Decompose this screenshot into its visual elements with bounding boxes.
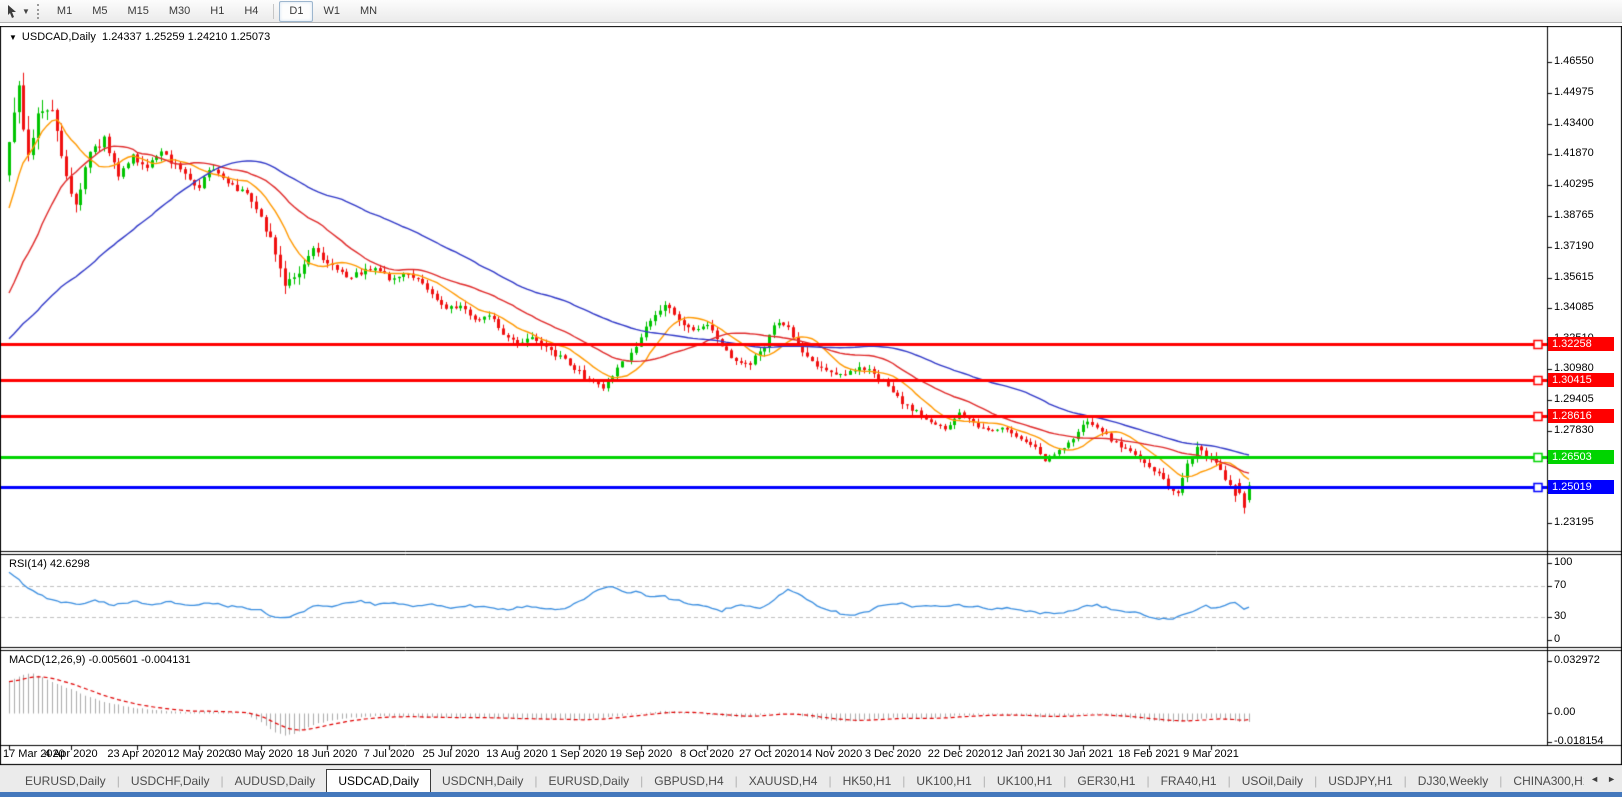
- time-axis-label: 9 Mar 2021: [1183, 748, 1239, 760]
- chevron-down-icon[interactable]: ▼: [22, 7, 30, 16]
- chart-window: ▼ USDCAD,Daily 1.24337 1.25259 1.24210 1.…: [0, 26, 1622, 765]
- tab-scroll-controls: ◄ ►: [1584, 766, 1622, 792]
- macd-axis-tick: 0.00: [1554, 706, 1575, 718]
- time-axis-label: 18 Jun 2020: [297, 748, 358, 760]
- timeframe-button-m5[interactable]: M5: [82, 1, 117, 22]
- level-price-label: 1.30415: [1548, 373, 1614, 387]
- tab-dj30-weekly[interactable]: DJ30,Weekly: [1407, 771, 1499, 792]
- level-price-label: 1.28616: [1548, 409, 1614, 423]
- price-axis-tick: 1.41870: [1554, 147, 1594, 159]
- tab-eurusd-daily[interactable]: EURUSD,Daily: [537, 771, 640, 792]
- timeframe-button-d1[interactable]: D1: [279, 1, 313, 22]
- tab-fra40-h1[interactable]: FRA40,H1: [1150, 771, 1228, 792]
- tab-usdcad-daily[interactable]: USDCAD,Daily: [326, 769, 431, 792]
- macd-label: MACD(12,26,9): [9, 654, 85, 666]
- chart-title-symbol: USDCAD,Daily: [22, 31, 96, 43]
- tab-usdchf-daily[interactable]: USDCHF,Daily: [120, 771, 221, 792]
- tab-scroll-right-icon[interactable]: ►: [1607, 774, 1616, 784]
- rsi-value: 42.6298: [50, 558, 90, 570]
- rsi-axis-tick: 100: [1554, 556, 1572, 568]
- tab-strip: EURUSD,Daily|USDCHF,Daily|AUDUSD,DailyUS…: [0, 766, 1584, 792]
- time-axis-label: 12 May 2020: [167, 748, 231, 760]
- price-axis-tick: 1.37190: [1554, 240, 1594, 252]
- time-axis-label: 27 Oct 2020: [739, 748, 799, 760]
- price-axis-tick: 1.43400: [1554, 117, 1594, 129]
- rsi-axis-tick: 30: [1554, 610, 1566, 622]
- tab-usdjpy-h1[interactable]: USDJPY,H1: [1317, 771, 1403, 792]
- time-axis-label: 30 May 2020: [229, 748, 293, 760]
- tab-eurusd-daily[interactable]: EURUSD,Daily: [14, 771, 117, 792]
- timeframe-button-mn[interactable]: MN: [350, 1, 387, 22]
- level-price-label: 1.32258: [1548, 337, 1614, 351]
- tab-uk100-h1[interactable]: UK100,H1: [905, 771, 982, 792]
- time-axis-label: 1 Sep 2020: [551, 748, 607, 760]
- toolbar-grip[interactable]: [37, 4, 39, 19]
- chart-canvas[interactable]: [0, 26, 1622, 765]
- level-price-label: 1.25019: [1548, 480, 1614, 494]
- price-axis-tick: 1.46550: [1554, 55, 1594, 67]
- time-axis-label: 13 Aug 2020: [486, 748, 548, 760]
- chart-title: ▼ USDCAD,Daily 1.24337 1.25259 1.24210 1.…: [9, 31, 270, 43]
- time-axis-label: 3 Dec 2020: [865, 748, 921, 760]
- macd-axis-tick: 0.032972: [1554, 654, 1600, 666]
- chart-tab-bar: EURUSD,Daily|USDCHF,Daily|AUDUSD,DailyUS…: [0, 765, 1622, 792]
- tab-hk50-h1[interactable]: HK50,H1: [832, 771, 903, 792]
- taskbar-strip: [0, 792, 1622, 797]
- price-axis-tick: 1.34085: [1554, 301, 1594, 313]
- timeframe-button-m15[interactable]: M15: [117, 1, 158, 22]
- mt4-terminal: { "toolbar": { "tool_icon": "cursor-tool…: [0, 0, 1622, 797]
- timeframe-button-m1[interactable]: M1: [47, 1, 82, 22]
- tab-usdcnh-daily[interactable]: USDCNH,Daily: [431, 771, 534, 792]
- rsi-axis-tick: 0: [1554, 633, 1560, 645]
- time-axis-label: 23 Apr 2020: [107, 748, 166, 760]
- price-axis-tick: 1.23195: [1554, 516, 1594, 528]
- tab-xauusd-h4[interactable]: XAUUSD,H4: [738, 771, 829, 792]
- price-axis-tick: 1.27830: [1554, 424, 1594, 436]
- time-axis-label: 8 Oct 2020: [680, 748, 734, 760]
- time-axis-label: 22 Dec 2020: [928, 748, 990, 760]
- cursor-tool-icon[interactable]: [5, 4, 20, 19]
- time-axis-label: 18 Feb 2021: [1118, 748, 1180, 760]
- timeframe-button-h1[interactable]: H1: [200, 1, 234, 22]
- tab-scroll-left-icon[interactable]: ◄: [1590, 774, 1599, 784]
- collapse-triangle-icon[interactable]: ▼: [9, 33, 17, 42]
- toolbar-separator: [273, 4, 274, 19]
- price-axis-tick: 1.29405: [1554, 393, 1594, 405]
- macd-values: -0.005601 -0.004131: [88, 654, 190, 666]
- rsi-axis-tick: 70: [1554, 579, 1566, 591]
- macd-axis-tick: -0.018154: [1554, 735, 1604, 747]
- rsi-label: RSI(14): [9, 558, 47, 570]
- rsi-pane-label: RSI(14) 42.6298: [9, 558, 90, 570]
- timeframe-button-h4[interactable]: H4: [234, 1, 268, 22]
- tab-gbpusd-h4[interactable]: GBPUSD,H4: [643, 771, 734, 792]
- macd-pane-label: MACD(12,26,9) -0.005601 -0.004131: [9, 654, 191, 666]
- tab-usoil-daily[interactable]: USOil,Daily: [1231, 771, 1314, 792]
- timeframe-button-m30[interactable]: M30: [159, 1, 200, 22]
- level-price-label: 1.26503: [1548, 450, 1614, 464]
- time-axis-label: 7 Jul 2020: [364, 748, 415, 760]
- price-axis-tick: 1.40295: [1554, 178, 1594, 190]
- tab-audusd-daily[interactable]: AUDUSD,Daily: [224, 771, 327, 792]
- time-axis-label: 30 Jan 2021: [1053, 748, 1114, 760]
- time-axis-label: 4 Apr 2020: [44, 748, 97, 760]
- timeframe-buttons: M1M5M15M30H1H4 D1W1MN: [47, 1, 387, 22]
- tab-uk100-h1[interactable]: UK100,H1: [986, 771, 1063, 792]
- time-axis-label: 14 Nov 2020: [800, 748, 862, 760]
- tab-ger30-h1[interactable]: GER30,H1: [1066, 771, 1146, 792]
- price-axis-tick: 1.44975: [1554, 86, 1594, 98]
- timeframe-button-w1[interactable]: W1: [313, 1, 350, 22]
- price-axis-tick: 1.38765: [1554, 209, 1594, 221]
- time-axis-label: 19 Sep 2020: [610, 748, 672, 760]
- price-axis-tick: 1.35615: [1554, 271, 1594, 283]
- time-axis-label: 25 Jul 2020: [423, 748, 480, 760]
- time-axis-label: 12 Jan 2021: [991, 748, 1052, 760]
- chart-title-ohlc: 1.24337 1.25259 1.24210 1.25073: [102, 31, 270, 43]
- tab-china300-h1[interactable]: CHINA300,H1: [1502, 771, 1584, 792]
- toolbar: ▼ M1M5M15M30H1H4 D1W1MN: [0, 0, 1622, 23]
